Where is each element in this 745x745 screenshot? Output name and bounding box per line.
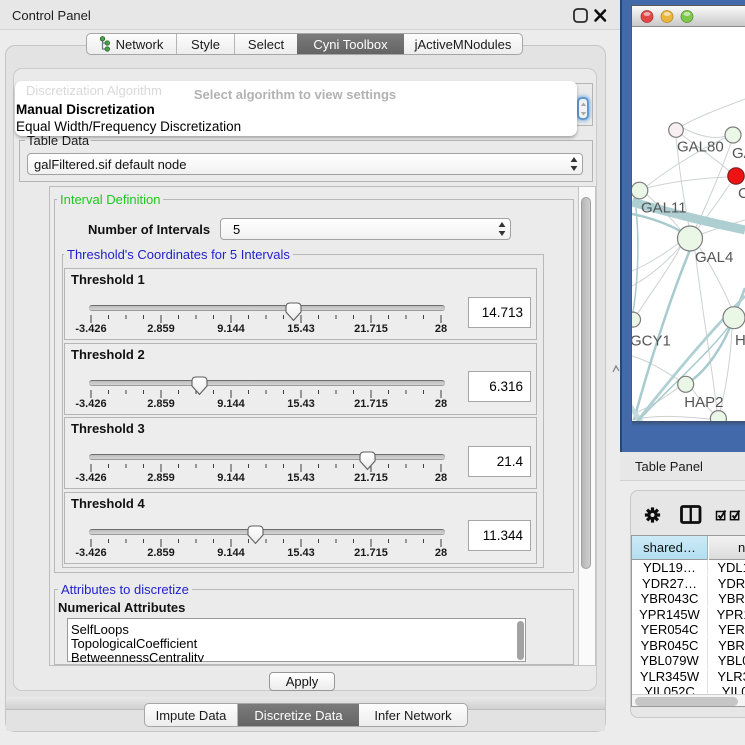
- svg-text:H: H: [735, 332, 745, 349]
- svg-text:GAL80: GAL80: [677, 139, 724, 156]
- svg-text:GA: GA: [732, 145, 745, 162]
- svg-text:GAL11: GAL11: [641, 200, 687, 217]
- svg-text:C: C: [738, 185, 745, 202]
- svg-text:GCY1: GCY1: [632, 333, 671, 350]
- svg-text:HAP2: HAP2: [684, 394, 723, 411]
- svg-text:GAL4: GAL4: [695, 249, 733, 266]
